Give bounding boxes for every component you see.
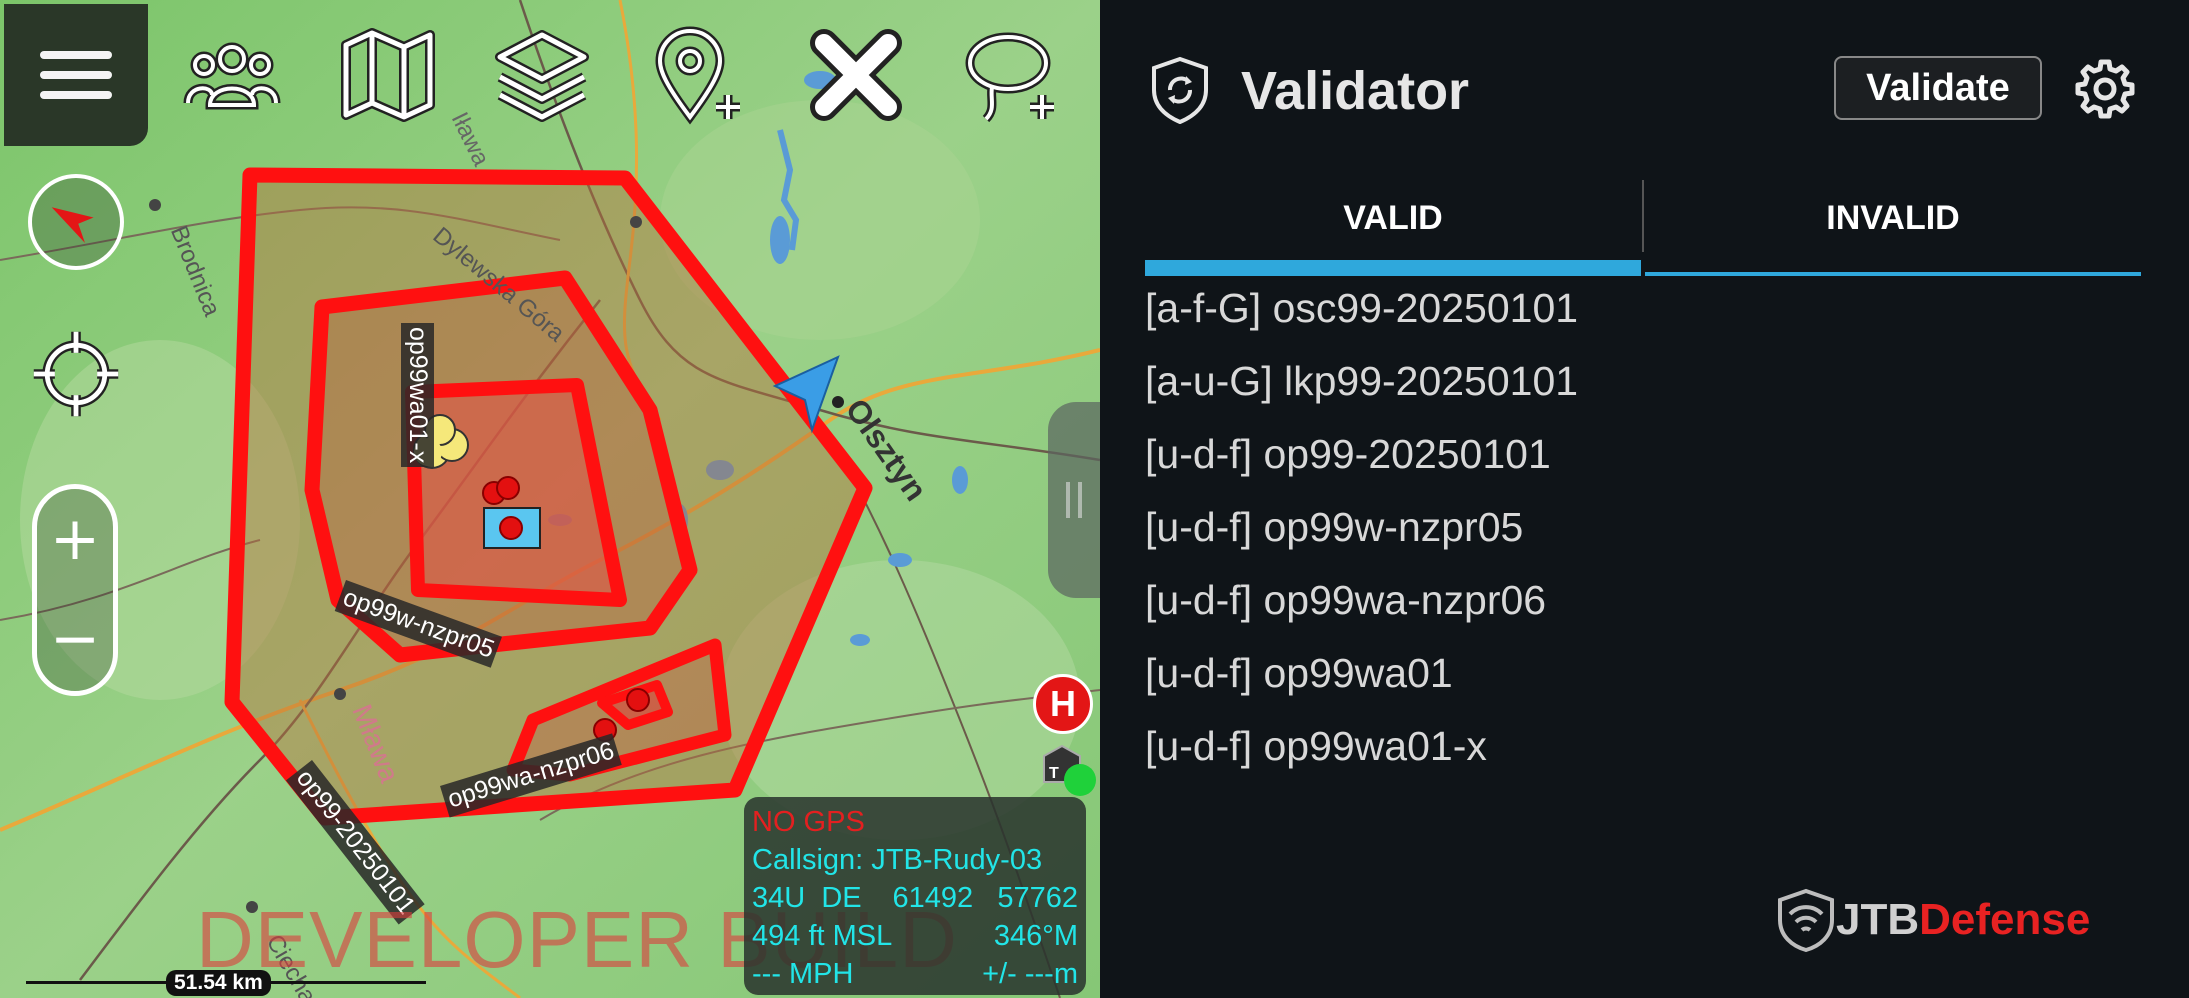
accuracy: +/- ---m	[982, 958, 1078, 990]
polygon-label-op99wa01x[interactable]: op99wa01-x	[401, 323, 434, 468]
list-item[interactable]: [u-d-f] op99w-nzpr05	[1145, 497, 1578, 570]
scale-label: 51.54 km	[166, 970, 271, 996]
list-item[interactable]: [u-d-f] op99wa01-x	[1145, 716, 1578, 789]
speed: --- MPH	[752, 958, 854, 990]
zoom-out-button[interactable]: −	[37, 609, 113, 669]
heading: 346°M	[993, 920, 1078, 952]
crosshair-icon	[33, 331, 119, 417]
scale-bar: 51.54 km	[26, 966, 426, 996]
add-lasso-button[interactable]	[952, 12, 1072, 137]
grid-square: DE	[821, 882, 862, 914]
panel-handle[interactable]	[1048, 402, 1100, 598]
gps-status-dot	[1064, 764, 1096, 796]
gear-icon[interactable]	[2074, 58, 2136, 120]
menu-button[interactable]	[4, 4, 148, 146]
list-item[interactable]: [u-d-f] op99wa01	[1145, 643, 1578, 716]
panel-title: Validator	[1241, 61, 1470, 121]
compass-arrow-icon	[51, 207, 94, 243]
compass-button[interactable]	[28, 174, 124, 270]
map-button[interactable]	[328, 12, 448, 137]
northing: 57762	[997, 882, 1078, 914]
list-item[interactable]: [a-f-G] osc99-20250101	[1145, 278, 1578, 351]
contacts-icon	[183, 42, 281, 109]
validator-panel: Validator Validate VALID INVALID [a-f-G]…	[1100, 0, 2189, 998]
zoom-control: + −	[32, 484, 118, 696]
point-marker[interactable]	[626, 688, 650, 712]
tab-divider	[1642, 180, 1644, 252]
self-status-panel[interactable]: NO GPS Callsign: JTB-Rudy-03 34U DE 6149…	[744, 797, 1086, 995]
svg-text:T: T	[1049, 765, 1059, 782]
layers-button[interactable]	[482, 12, 602, 137]
callsign: Callsign: JTB-Rudy-03	[752, 844, 1043, 876]
list-item[interactable]: [u-d-f] op99wa-nzpr06	[1145, 570, 1578, 643]
tab-valid[interactable]: VALID	[1145, 180, 1641, 276]
hospital-button[interactable]: H	[1033, 674, 1093, 734]
add-point-icon	[655, 26, 740, 125]
zoom-in-button[interactable]: +	[37, 509, 113, 569]
map-view[interactable]: Iława Brodnica Dylewska Góra Olsztyn Mła…	[0, 0, 1100, 998]
altitude: 494 ft MSL	[752, 920, 893, 952]
add-lasso-icon	[965, 32, 1054, 122]
valid-items-list: [a-f-G] osc99-20250101 [a-u-G] lkp99-202…	[1145, 278, 1578, 789]
close-icon	[810, 28, 902, 121]
mgrs-coordinates: 34U DE 61492 57762	[752, 879, 1078, 917]
map-icon	[341, 27, 435, 122]
validator-shield-icon	[1152, 56, 1208, 124]
brand-name-b: Defense	[1919, 895, 2091, 944]
list-item[interactable]: [u-d-f] op99-20250101	[1145, 424, 1578, 497]
easting: 61492	[892, 882, 974, 914]
grid-zone: 34U	[752, 882, 806, 914]
contacts-button[interactable]	[172, 12, 292, 137]
list-item[interactable]: [a-u-G] lkp99-20250101	[1145, 351, 1578, 424]
validate-button[interactable]: Validate	[1834, 56, 2042, 120]
hamburger-menu-icon	[40, 51, 112, 99]
layers-icon	[495, 29, 589, 122]
brand-name-a: JTB	[1836, 895, 1920, 944]
locate-button[interactable]	[28, 326, 124, 422]
add-point-button[interactable]	[640, 12, 760, 137]
brand-logo: JTB Defense	[1776, 888, 2090, 952]
close-button[interactable]	[796, 12, 916, 137]
brand-shield-icon	[1778, 888, 1834, 952]
tab-invalid[interactable]: INVALID	[1645, 180, 2141, 276]
gps-status: NO GPS	[752, 806, 865, 838]
